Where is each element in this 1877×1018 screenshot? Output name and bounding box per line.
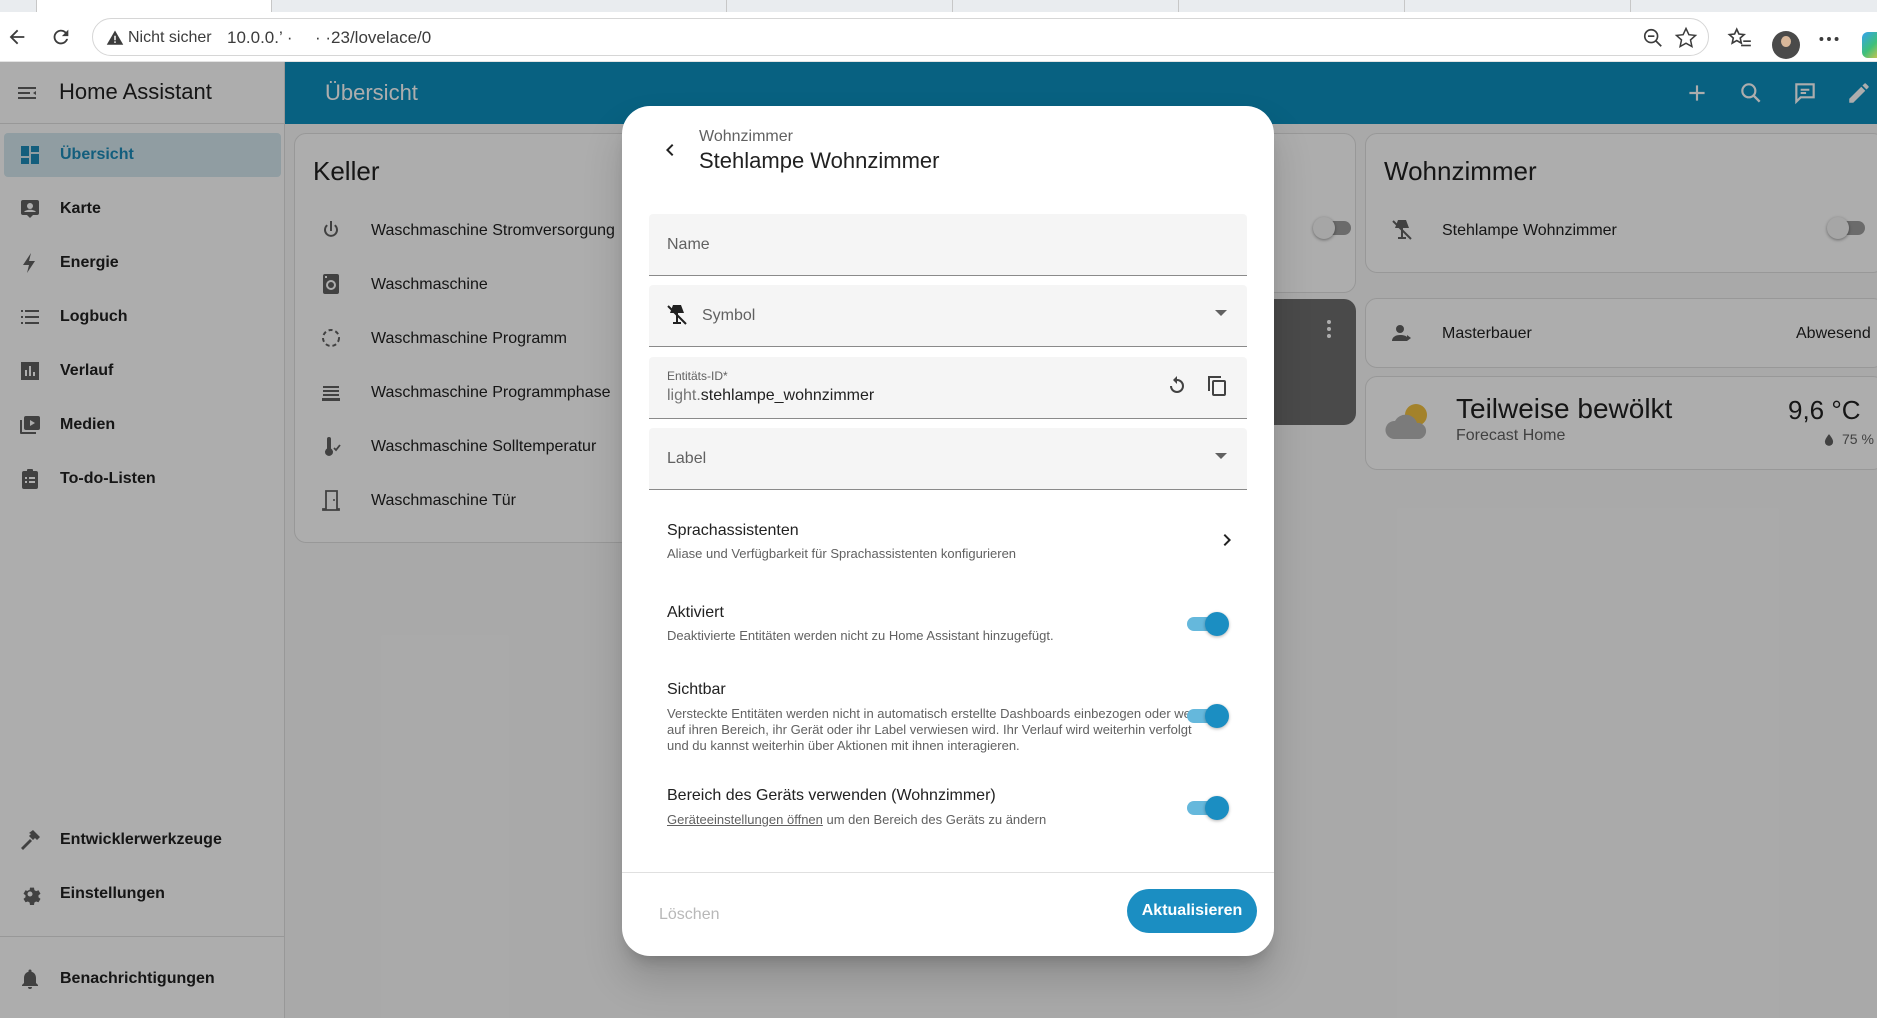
area-desc-text: um den Bereich des Geräts zu ändern [822,812,1047,827]
area-desc: Geräteeinstellungen öffnen um den Bereic… [667,812,1207,828]
url-host: 10.0.0.’ · [227,28,293,47]
browser-tab[interactable] [727,0,953,12]
visible-title: Sichtbar [667,681,726,698]
not-secure-label: Nicht sicher [128,29,212,46]
browser-tab[interactable] [953,0,1179,12]
browser-tab-strip [0,0,1877,12]
warning-icon [106,30,124,45]
reload-button[interactable] [46,22,76,52]
copilot-icon[interactable] [1862,32,1877,58]
favorite-star-icon[interactable] [1674,26,1698,50]
entity-id-value: light.stehlampe_wohnzimmer [667,387,874,405]
profile-avatar[interactable] [1772,31,1800,59]
url-path: · ·23/lovelace/0 [315,28,432,47]
browser-tab-active[interactable] [37,0,272,12]
label-picker[interactable]: Label [649,428,1247,490]
entity-id-text: stehlampe_wohnzimmer [700,387,875,404]
address-bar[interactable]: Nicht sicher 10.0.0.’ · · ·23/lovelace/0 [92,18,1709,56]
browser-tab[interactable] [500,0,727,12]
arrow-left-icon [9,29,25,45]
update-button[interactable]: Aktualisieren [1127,889,1257,933]
reload-icon [53,29,69,45]
browser-tab[interactable] [1405,0,1631,12]
chevron-down-icon [1215,453,1227,459]
browser-tab[interactable] [0,0,37,12]
voice-assistants-desc: Aliase und Verfügbarkeit für Sprachassis… [667,546,1017,561]
lamp-off-icon [667,305,687,325]
dialog-title: Stehlampe Wohnzimmer [699,148,940,173]
visible-desc: Versteckte Entitäten werden nicht in aut… [667,706,1206,753]
entity-id-field[interactable]: Entitäts-ID* light.stehlampe_wohnzimmer [649,357,1247,419]
zoom-out-icon[interactable] [1642,27,1664,49]
voice-assistants-row[interactable]: Sprachassistenten Aliase und Verfügbarke… [649,504,1247,574]
chevron-right-icon [1223,534,1231,546]
entity-id-prefix: light. [667,387,701,404]
favorites-icon[interactable] [1727,26,1753,52]
browser-tab[interactable] [1179,0,1405,12]
delete-button[interactable]: Löschen [659,906,720,924]
enabled-desc: Deaktivierte Entitäten werden nicht zu H… [667,628,1054,643]
symbol-picker[interactable]: Symbol [649,285,1247,347]
more-dots-icon[interactable] [1816,26,1842,52]
toggle-thumb [1205,796,1229,820]
device-settings-link[interactable]: Geräteeinstellungen öffnen [667,812,823,827]
back-button[interactable] [2,22,32,52]
toggle-thumb [1205,612,1229,636]
restore-icon[interactable] [1165,374,1189,398]
toggle-thumb [1205,704,1229,728]
label-placeholder: Label [667,450,707,467]
dialog-subtitle: Wohnzimmer [699,128,793,145]
area-title: Bereich des Geräts verwenden (Wohnzimmer… [667,787,996,804]
entity-id-label: Entitäts-ID* [667,369,728,383]
enabled-toggle[interactable] [1187,611,1231,637]
name-placeholder: Name [667,236,710,253]
chevron-left-icon[interactable] [658,138,682,162]
copy-icon[interactable] [1205,374,1229,398]
browser-toolbar: Nicht sicher 10.0.0.’ · · ·23/lovelace/0 [0,12,1877,62]
entity-settings-dialog: Wohnzimmer Stehlampe Wohnzimmer Name Sym… [622,106,1274,956]
name-field[interactable]: Name [649,214,1247,276]
chevron-down-icon [1215,310,1227,316]
dialog-divider [622,872,1274,873]
symbol-placeholder: Symbol [702,307,756,324]
visible-toggle[interactable] [1187,703,1231,729]
area-toggle[interactable] [1187,795,1231,821]
enabled-title: Aktiviert [667,604,724,621]
voice-assistants-title: Sprachassistenten [667,522,799,539]
